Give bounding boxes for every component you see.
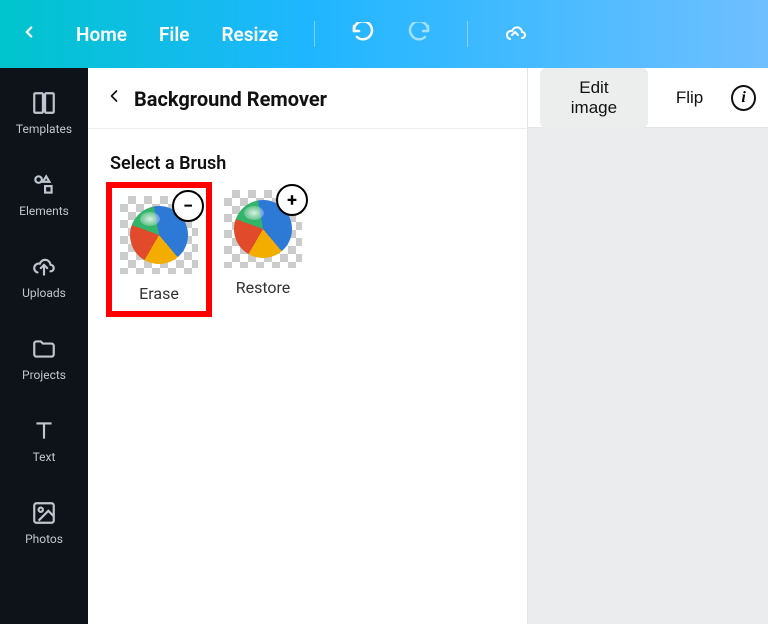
brush-label: Erase [139, 284, 179, 303]
brush-option-erase[interactable]: − Erase [120, 196, 198, 303]
undo-icon[interactable] [351, 22, 375, 46]
brush-swatch-restore: + [224, 190, 302, 268]
minus-badge-icon: − [172, 190, 204, 222]
cloud-sync-icon[interactable] [504, 22, 528, 46]
info-icon[interactable]: i [731, 85, 756, 111]
top-bar: Home File Resize [0, 0, 768, 68]
sidebar-item-label: Text [33, 450, 56, 464]
sidebar-item-projects[interactable]: Projects [0, 330, 88, 388]
sidebar-item-label: Projects [22, 368, 66, 382]
brush-swatch-erase: − [120, 196, 198, 274]
panel-body: Select a Brush − Erase [88, 129, 527, 341]
templates-icon [31, 90, 57, 116]
brush-option-restore[interactable]: + Restore [224, 190, 302, 297]
left-sidebar: Templates Elements Uploads Projects Text [0, 68, 88, 624]
flip-button[interactable]: Flip [660, 78, 719, 118]
sidebar-item-uploads[interactable]: Uploads [0, 248, 88, 306]
sidebar-item-elements[interactable]: Elements [0, 166, 88, 224]
panel-title: Background Remover [134, 87, 327, 111]
edit-image-button[interactable]: Edit image [540, 68, 648, 128]
section-label: Select a Brush [106, 153, 509, 174]
sidebar-item-label: Elements [19, 204, 69, 218]
uploads-icon [31, 254, 57, 280]
panel-header: Background Remover [88, 68, 527, 129]
brush-row: − Erase + Restore [106, 182, 509, 317]
brush-label: Restore [236, 278, 291, 297]
sidebar-item-text[interactable]: Text [0, 412, 88, 470]
sidebar-item-label: Templates [16, 122, 72, 136]
canvas-area: Edit image Flip i [528, 68, 768, 624]
redo-icon[interactable] [407, 22, 431, 46]
photos-icon [31, 500, 57, 526]
canvas-toolbar: Edit image Flip i [528, 68, 768, 128]
home-link[interactable]: Home [76, 23, 127, 46]
projects-icon [31, 336, 57, 362]
elements-icon [31, 172, 57, 198]
plus-badge-icon: + [276, 184, 308, 216]
resize-menu[interactable]: Resize [221, 23, 278, 46]
panel-back-icon[interactable] [104, 86, 124, 112]
brush-option-restore-wrapper: + Restore [216, 182, 310, 305]
sidebar-item-label: Photos [25, 532, 63, 546]
sidebar-item-photos[interactable]: Photos [0, 494, 88, 552]
tool-panel: Background Remover Select a Brush − Eras… [88, 68, 528, 624]
toolbar-divider [314, 21, 315, 47]
text-icon [31, 418, 57, 444]
sidebar-item-templates[interactable]: Templates [0, 84, 88, 142]
toolbar-divider-2 [467, 21, 468, 47]
brush-option-erase-highlight: − Erase [106, 182, 212, 317]
file-menu[interactable]: File [159, 23, 190, 46]
sidebar-item-label: Uploads [22, 286, 66, 300]
back-chevron-icon[interactable] [20, 22, 38, 46]
main-area: Templates Elements Uploads Projects Text [0, 68, 768, 624]
